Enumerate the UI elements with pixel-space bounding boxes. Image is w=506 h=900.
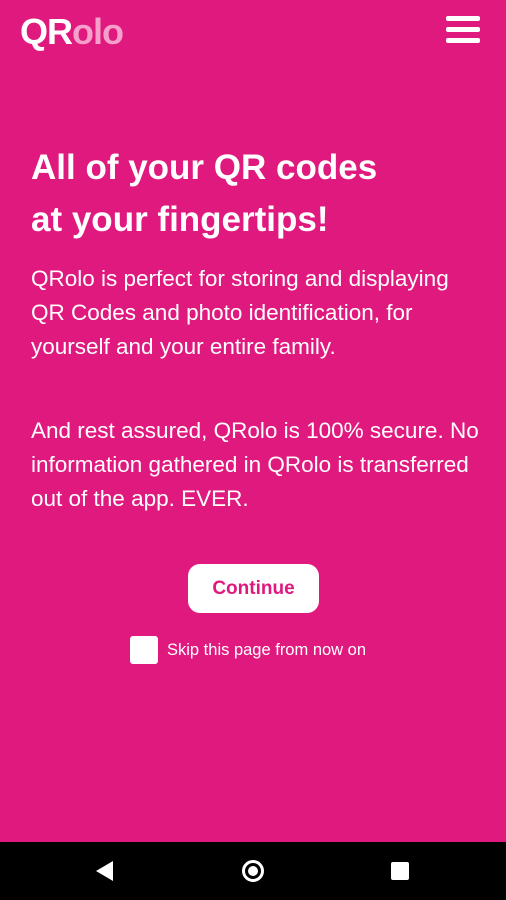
menu-bar: [446, 27, 480, 32]
intro-paragraph: QRolo is perfect for storing and display…: [31, 266, 449, 359]
recents-square-icon[interactable]: [391, 862, 409, 880]
back-triangle-icon[interactable]: [96, 861, 113, 881]
system-navigation-bar: [0, 842, 506, 900]
continue-button[interactable]: Continue: [188, 564, 319, 613]
app-screen: QRolo All of your QR codes at your finger…: [0, 0, 506, 842]
logo-text-qr: QR: [20, 11, 73, 52]
skip-checkbox[interactable]: [130, 636, 158, 664]
security-paragraph: And rest assured, QRolo is 100% secure. …: [31, 418, 479, 511]
menu-bar: [446, 38, 480, 43]
headline-line-2: at your fingertips!: [31, 200, 329, 239]
headline-line-1: All of your QR codes: [31, 148, 378, 187]
home-circle-icon[interactable]: [242, 860, 264, 882]
skip-page-option[interactable]: Skip this page from now on: [130, 636, 366, 664]
skip-checkbox-label: Skip this page from now on: [167, 641, 367, 659]
hamburger-menu-icon[interactable]: [446, 14, 480, 44]
app-logo: QRolo: [20, 10, 124, 54]
menu-bar: [446, 16, 480, 21]
logo-text-olo: olo: [72, 11, 124, 52]
page-title: All of your QR codes at your fingertips!: [31, 142, 481, 246]
